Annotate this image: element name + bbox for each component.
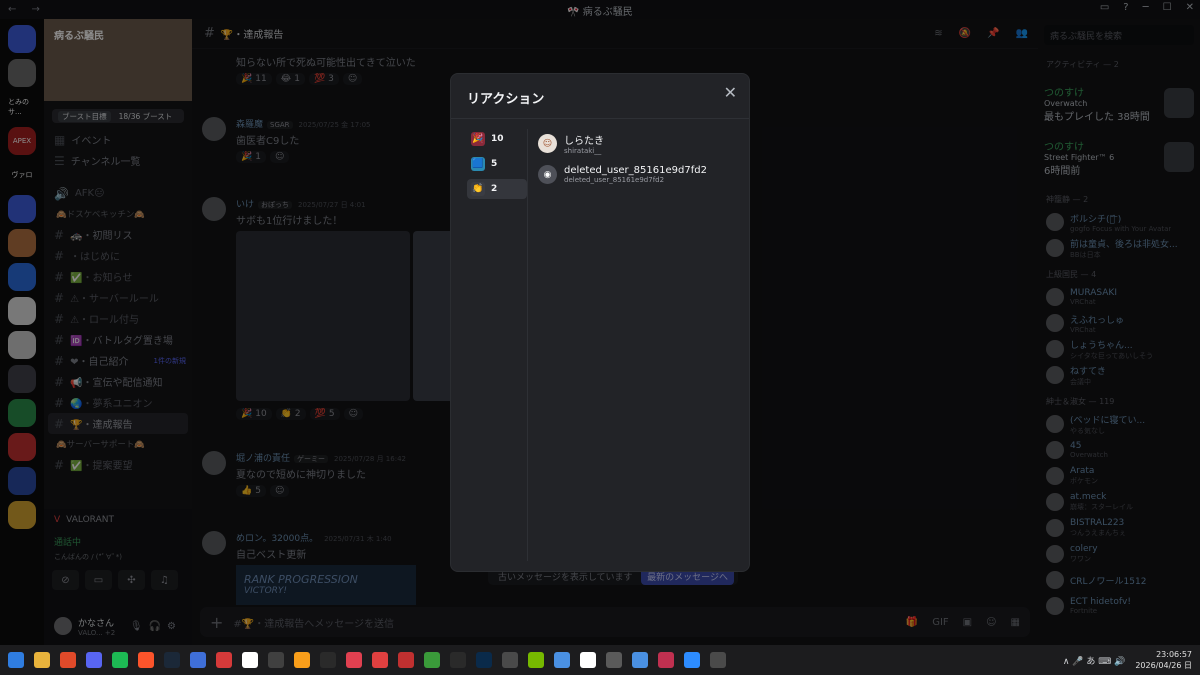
reaction-tab-count: 10 [491, 134, 504, 144]
taskbar-app-icon[interactable] [34, 652, 50, 668]
taskbar-app-icon[interactable] [580, 652, 596, 668]
taskbar-app-icon[interactable] [710, 652, 726, 668]
modal-divider [451, 118, 749, 119]
taskbar-app-icon[interactable] [294, 652, 310, 668]
taskbar-app-icon[interactable] [320, 652, 336, 668]
taskbar-app-icon[interactable] [346, 652, 362, 668]
taskbar-app-icon[interactable] [138, 652, 154, 668]
taskbar-app-icon[interactable] [606, 652, 622, 668]
clock[interactable]: 23:06:57 2026/04/26 日 [1135, 649, 1192, 671]
reaction-tabs: 🎉 10 🟦 5 👏 2 [467, 129, 527, 204]
reaction-tab-count: 5 [491, 159, 498, 169]
reaction-user-text: deleted_user_85161e9d7fd2 deleted_user_85… [564, 165, 707, 184]
taskbar-apps [8, 652, 726, 668]
reaction-user[interactable]: ☺ しらたき shirataki__ [538, 132, 738, 155]
taskbar-app-icon[interactable] [502, 652, 518, 668]
taskbar-app-icon[interactable] [476, 652, 492, 668]
taskbar-app-icon[interactable] [268, 652, 284, 668]
taskbar-app-icon[interactable] [86, 652, 102, 668]
reaction-users: ☺ しらたき shirataki__ ◉ deleted_user_85161e9d7f… [538, 132, 738, 194]
taskbar-app-icon[interactable] [372, 652, 388, 668]
clock-time: 23:06:57 [1156, 650, 1192, 659]
taskbar-app-icon[interactable] [554, 652, 570, 668]
reaction-emoji-icon: 🎉 [471, 132, 485, 146]
clock-date: 2026/04/26 日 [1135, 661, 1192, 670]
taskbar-app-icon[interactable] [528, 652, 544, 668]
avatar[interactable]: ☺ [538, 134, 557, 153]
reactions-modal: リアクション ✕ 🎉 10 🟦 5 👏 2 ☺ しらたき shirataki__ ◉ delete… [450, 73, 750, 572]
taskbar-app-icon[interactable] [632, 652, 648, 668]
reaction-emoji-icon: 🟦 [471, 157, 485, 171]
taskbar-app-icon[interactable] [398, 652, 414, 668]
taskbar: ∧ 🎤 あ ⌨ 🔊 23:06:57 2026/04/26 日 [0, 645, 1200, 675]
taskbar-app-icon[interactable] [112, 652, 128, 668]
reaction-tab[interactable]: 🟦 5 [467, 154, 527, 174]
taskbar-app-icon[interactable] [216, 652, 232, 668]
reaction-user[interactable]: ◉ deleted_user_85161e9d7fd2 deleted_user_8… [538, 165, 738, 184]
reaction-user-name: deleted_user_85161e9d7fd2 [564, 165, 707, 176]
taskbar-app-icon[interactable] [424, 652, 440, 668]
taskbar-app-icon[interactable] [164, 652, 180, 668]
taskbar-app-icon[interactable] [190, 652, 206, 668]
close-icon[interactable]: ✕ [724, 83, 737, 102]
reaction-tab[interactable]: 🎉 10 [467, 129, 527, 149]
reaction-tab-count: 2 [491, 184, 498, 194]
taskbar-app-icon[interactable] [8, 652, 24, 668]
avatar[interactable]: ◉ [538, 165, 557, 184]
taskbar-app-icon[interactable] [658, 652, 674, 668]
reaction-user-text: しらたき shirataki__ [564, 132, 604, 155]
modal-title: リアクション [467, 92, 545, 107]
taskbar-app-icon[interactable] [242, 652, 258, 668]
taskbar-app-icon[interactable] [684, 652, 700, 668]
reaction-tab[interactable]: 👏 2 [467, 179, 527, 199]
modal-vertical-divider [527, 129, 528, 561]
taskbar-app-icon[interactable] [450, 652, 466, 668]
system-tray: ∧ 🎤 あ ⌨ 🔊 23:06:57 2026/04/26 日 [1063, 649, 1192, 671]
reaction-user-name: しらたき [564, 136, 604, 147]
reaction-user-handle: deleted_user_85161e9d7fd2 [564, 176, 665, 184]
taskbar-app-icon[interactable] [60, 652, 76, 668]
reaction-emoji-icon: 👏 [471, 182, 485, 196]
reaction-user-handle: shirataki__ [564, 147, 602, 155]
tray-icons[interactable]: ∧ 🎤 あ ⌨ 🔊 [1063, 654, 1125, 667]
